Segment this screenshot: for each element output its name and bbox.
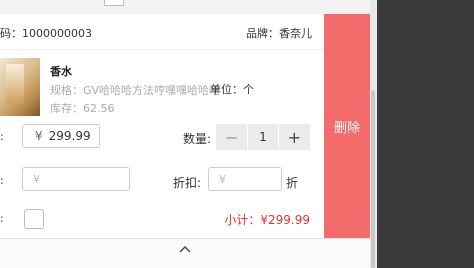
- discount-amount-label: :: [0, 174, 4, 187]
- quantity-value[interactable]: 1: [248, 124, 278, 150]
- product-stock: 库存：62.56: [50, 102, 115, 115]
- discount-rate-placeholder: ¥: [219, 172, 226, 186]
- product-brand: 品牌：香奈儿: [246, 27, 312, 40]
- price-label: :: [0, 130, 4, 143]
- collapse-bar[interactable]: [0, 238, 370, 268]
- price-value: 299.99: [48, 129, 91, 143]
- product-code: 码：1000000003: [0, 27, 92, 40]
- gift-checkbox[interactable]: [24, 209, 44, 229]
- discount-amount-placeholder: ¥: [33, 172, 40, 186]
- discount-rate-input[interactable]: ¥: [208, 167, 282, 191]
- scrollbar-thumb[interactable]: [371, 90, 375, 268]
- product-spec: 规格：GV哈哈哈方法哼嘿嘿哈哈哈: [50, 84, 221, 97]
- subtotal-text: 小计：¥299.99: [224, 213, 310, 227]
- price-input[interactable]: ¥ 299.99: [22, 124, 100, 148]
- item-header-row: 码：1000000003 品牌：香奈儿: [0, 14, 324, 50]
- plus-button[interactable]: +: [278, 124, 310, 150]
- product-thumbnail[interactable]: [0, 58, 40, 116]
- currency-symbol: ¥: [35, 129, 43, 143]
- previous-item-checkbox[interactable]: [104, 0, 124, 6]
- discount-suffix: 折: [286, 176, 299, 190]
- minus-button[interactable]: −: [216, 124, 248, 150]
- discount-amount-input[interactable]: ¥: [22, 167, 130, 191]
- chevron-up-icon[interactable]: [179, 244, 191, 256]
- product-unit: 单位：个: [210, 83, 254, 96]
- delete-button[interactable]: 删除: [324, 14, 370, 238]
- previous-item-strip: [0, 0, 370, 14]
- discount-rate-label: 折扣:: [173, 176, 202, 190]
- gift-label: :: [0, 212, 4, 225]
- product-name: 香水: [50, 65, 72, 78]
- cart-item-card: 码：1000000003 品牌：香奈儿 香水 规格：GV哈哈哈方法哼嘿嘿哈哈哈 …: [0, 14, 324, 238]
- background-panel: [377, 0, 474, 268]
- quantity-label: 数量:: [183, 132, 212, 146]
- quantity-stepper: − 1 +: [216, 124, 310, 150]
